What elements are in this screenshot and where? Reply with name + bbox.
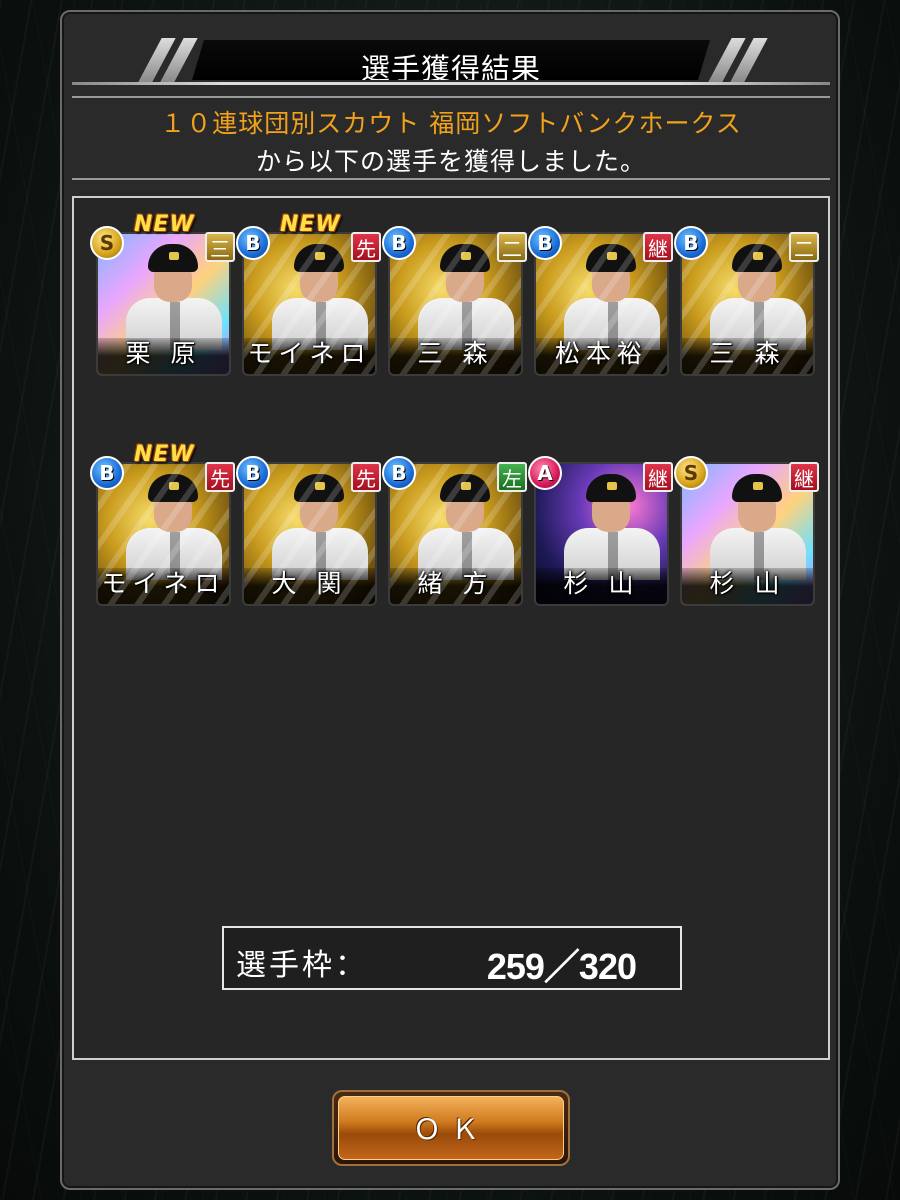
face <box>738 266 776 302</box>
cap-icon <box>294 474 344 502</box>
player-card[interactable]: モイネロ B 先 NEW <box>90 442 235 606</box>
acquired-players-panel: 栗 原 S 三 NEW モイネロ B 先 NEW 三 森 B 二松本裕 B 継三 森 B 二モイネロ B 先 NE… <box>72 196 830 1060</box>
position-badge: 先 <box>205 462 235 492</box>
face <box>446 496 484 532</box>
rank-badge-icon: B <box>236 456 270 490</box>
jersey <box>272 298 368 350</box>
cap-icon <box>732 244 782 272</box>
player-name: 杉 山 <box>563 569 640 598</box>
player-name: モイネロ <box>101 569 226 598</box>
player-name: 杉 山 <box>709 569 786 598</box>
jersey <box>126 528 222 580</box>
jersey <box>418 298 514 350</box>
name-bar <box>390 338 521 374</box>
new-badge: NEW <box>280 212 341 237</box>
roster-count-value: 259／320 <box>486 946 637 987</box>
player-name: 大 関 <box>271 569 348 598</box>
player-name: 緒 方 <box>417 569 494 598</box>
roster-count-box: 選手枠： 259／320 <box>222 926 682 990</box>
position-badge: 継 <box>643 462 673 492</box>
player-figure <box>272 470 368 580</box>
position-badge: 二 <box>789 232 819 262</box>
new-badge: NEW <box>134 442 195 467</box>
cap-icon <box>148 244 198 272</box>
player-figure <box>126 470 222 580</box>
position-badge: 左 <box>497 462 527 492</box>
player-name: 三 森 <box>709 339 786 368</box>
position-badge: 先 <box>351 232 381 262</box>
cap-icon <box>586 474 636 502</box>
cap-icon <box>294 244 344 272</box>
result-description-text: から以下の選手を獲得しました。 <box>255 147 646 176</box>
cap-icon <box>440 244 490 272</box>
player-figure <box>564 470 660 580</box>
rank-badge-icon: B <box>382 456 416 490</box>
cap-icon <box>148 474 198 502</box>
face <box>154 496 192 532</box>
rank-badge-icon: S <box>90 226 124 260</box>
player-name: 松本裕 <box>554 339 648 368</box>
player-card[interactable]: 三 森 B 二 <box>382 226 527 376</box>
name-bar <box>98 568 229 604</box>
player-card[interactable]: 大 関 B 先 <box>236 456 381 606</box>
player-figure <box>126 240 222 350</box>
player-figure <box>272 240 368 350</box>
player-card[interactable]: 杉 山 S 継 <box>674 456 819 606</box>
rank-badge-icon: A <box>528 456 562 490</box>
jersey <box>710 298 806 350</box>
position-badge: 二 <box>497 232 527 262</box>
cap-icon <box>732 474 782 502</box>
rank-badge-icon: B <box>382 226 416 260</box>
scout-result-dialog: 選手獲得結果 １０連球団別スカウト 福岡ソフトバンクホークス から以下の選手を獲… <box>60 10 840 1190</box>
player-figure <box>418 470 514 580</box>
title-underline <box>72 82 830 85</box>
player-card[interactable]: 松本裕 B 継 <box>528 226 673 376</box>
title-plate: 選手獲得結果 <box>192 40 710 80</box>
player-card[interactable]: 杉 山 A 継 <box>528 456 673 606</box>
player-card[interactable]: 栗 原 S 三 NEW <box>90 212 235 376</box>
player-name: 三 森 <box>417 339 494 368</box>
face <box>300 266 338 302</box>
player-figure <box>564 240 660 350</box>
player-name: 栗 原 <box>125 339 202 368</box>
rank-badge-icon: B <box>236 226 270 260</box>
jersey <box>564 298 660 350</box>
title-bar: 選手獲得結果 <box>72 38 830 88</box>
rank-badge-icon: B <box>90 456 124 490</box>
scout-name-text: １０連球団別スカウト 福岡ソフトバンクホークス <box>160 109 742 138</box>
position-badge: 三 <box>205 232 235 262</box>
cap-icon <box>440 474 490 502</box>
ok-button[interactable]: ＯＫ <box>332 1090 570 1166</box>
ok-button-label: ＯＫ <box>338 1096 564 1160</box>
face <box>300 496 338 532</box>
rank-badge-icon: B <box>528 226 562 260</box>
jersey <box>418 528 514 580</box>
jersey <box>272 528 368 580</box>
face <box>592 266 630 302</box>
name-bar <box>536 338 667 374</box>
player-figure <box>710 470 806 580</box>
player-figure <box>710 240 806 350</box>
rank-badge-icon: B <box>674 226 708 260</box>
cap-icon <box>586 244 636 272</box>
name-bar <box>390 568 521 604</box>
player-figure <box>418 240 514 350</box>
player-name: モイネロ <box>247 339 372 368</box>
face <box>446 266 484 302</box>
position-badge: 継 <box>789 462 819 492</box>
player-card-grid: 栗 原 S 三 NEW モイネロ B 先 NEW 三 森 B 二松本裕 B 継三 森 B 二モイネロ B 先 NE… <box>90 212 819 606</box>
roster-count-label: 選手枠： <box>236 948 368 983</box>
player-card[interactable]: モイネロ B 先 NEW <box>236 212 381 376</box>
player-card[interactable]: 三 森 B 二 <box>674 226 819 376</box>
player-card[interactable]: 緒 方 B 左 <box>382 456 527 606</box>
position-badge: 継 <box>643 232 673 262</box>
name-bar <box>244 338 375 374</box>
name-bar <box>682 338 813 374</box>
result-message: １０連球団別スカウト 福岡ソフトバンクホークス から以下の選手を獲得しました。 <box>72 96 830 180</box>
position-badge: 先 <box>351 462 381 492</box>
rank-badge-icon: S <box>674 456 708 490</box>
new-badge: NEW <box>134 212 195 237</box>
name-bar <box>244 568 375 604</box>
